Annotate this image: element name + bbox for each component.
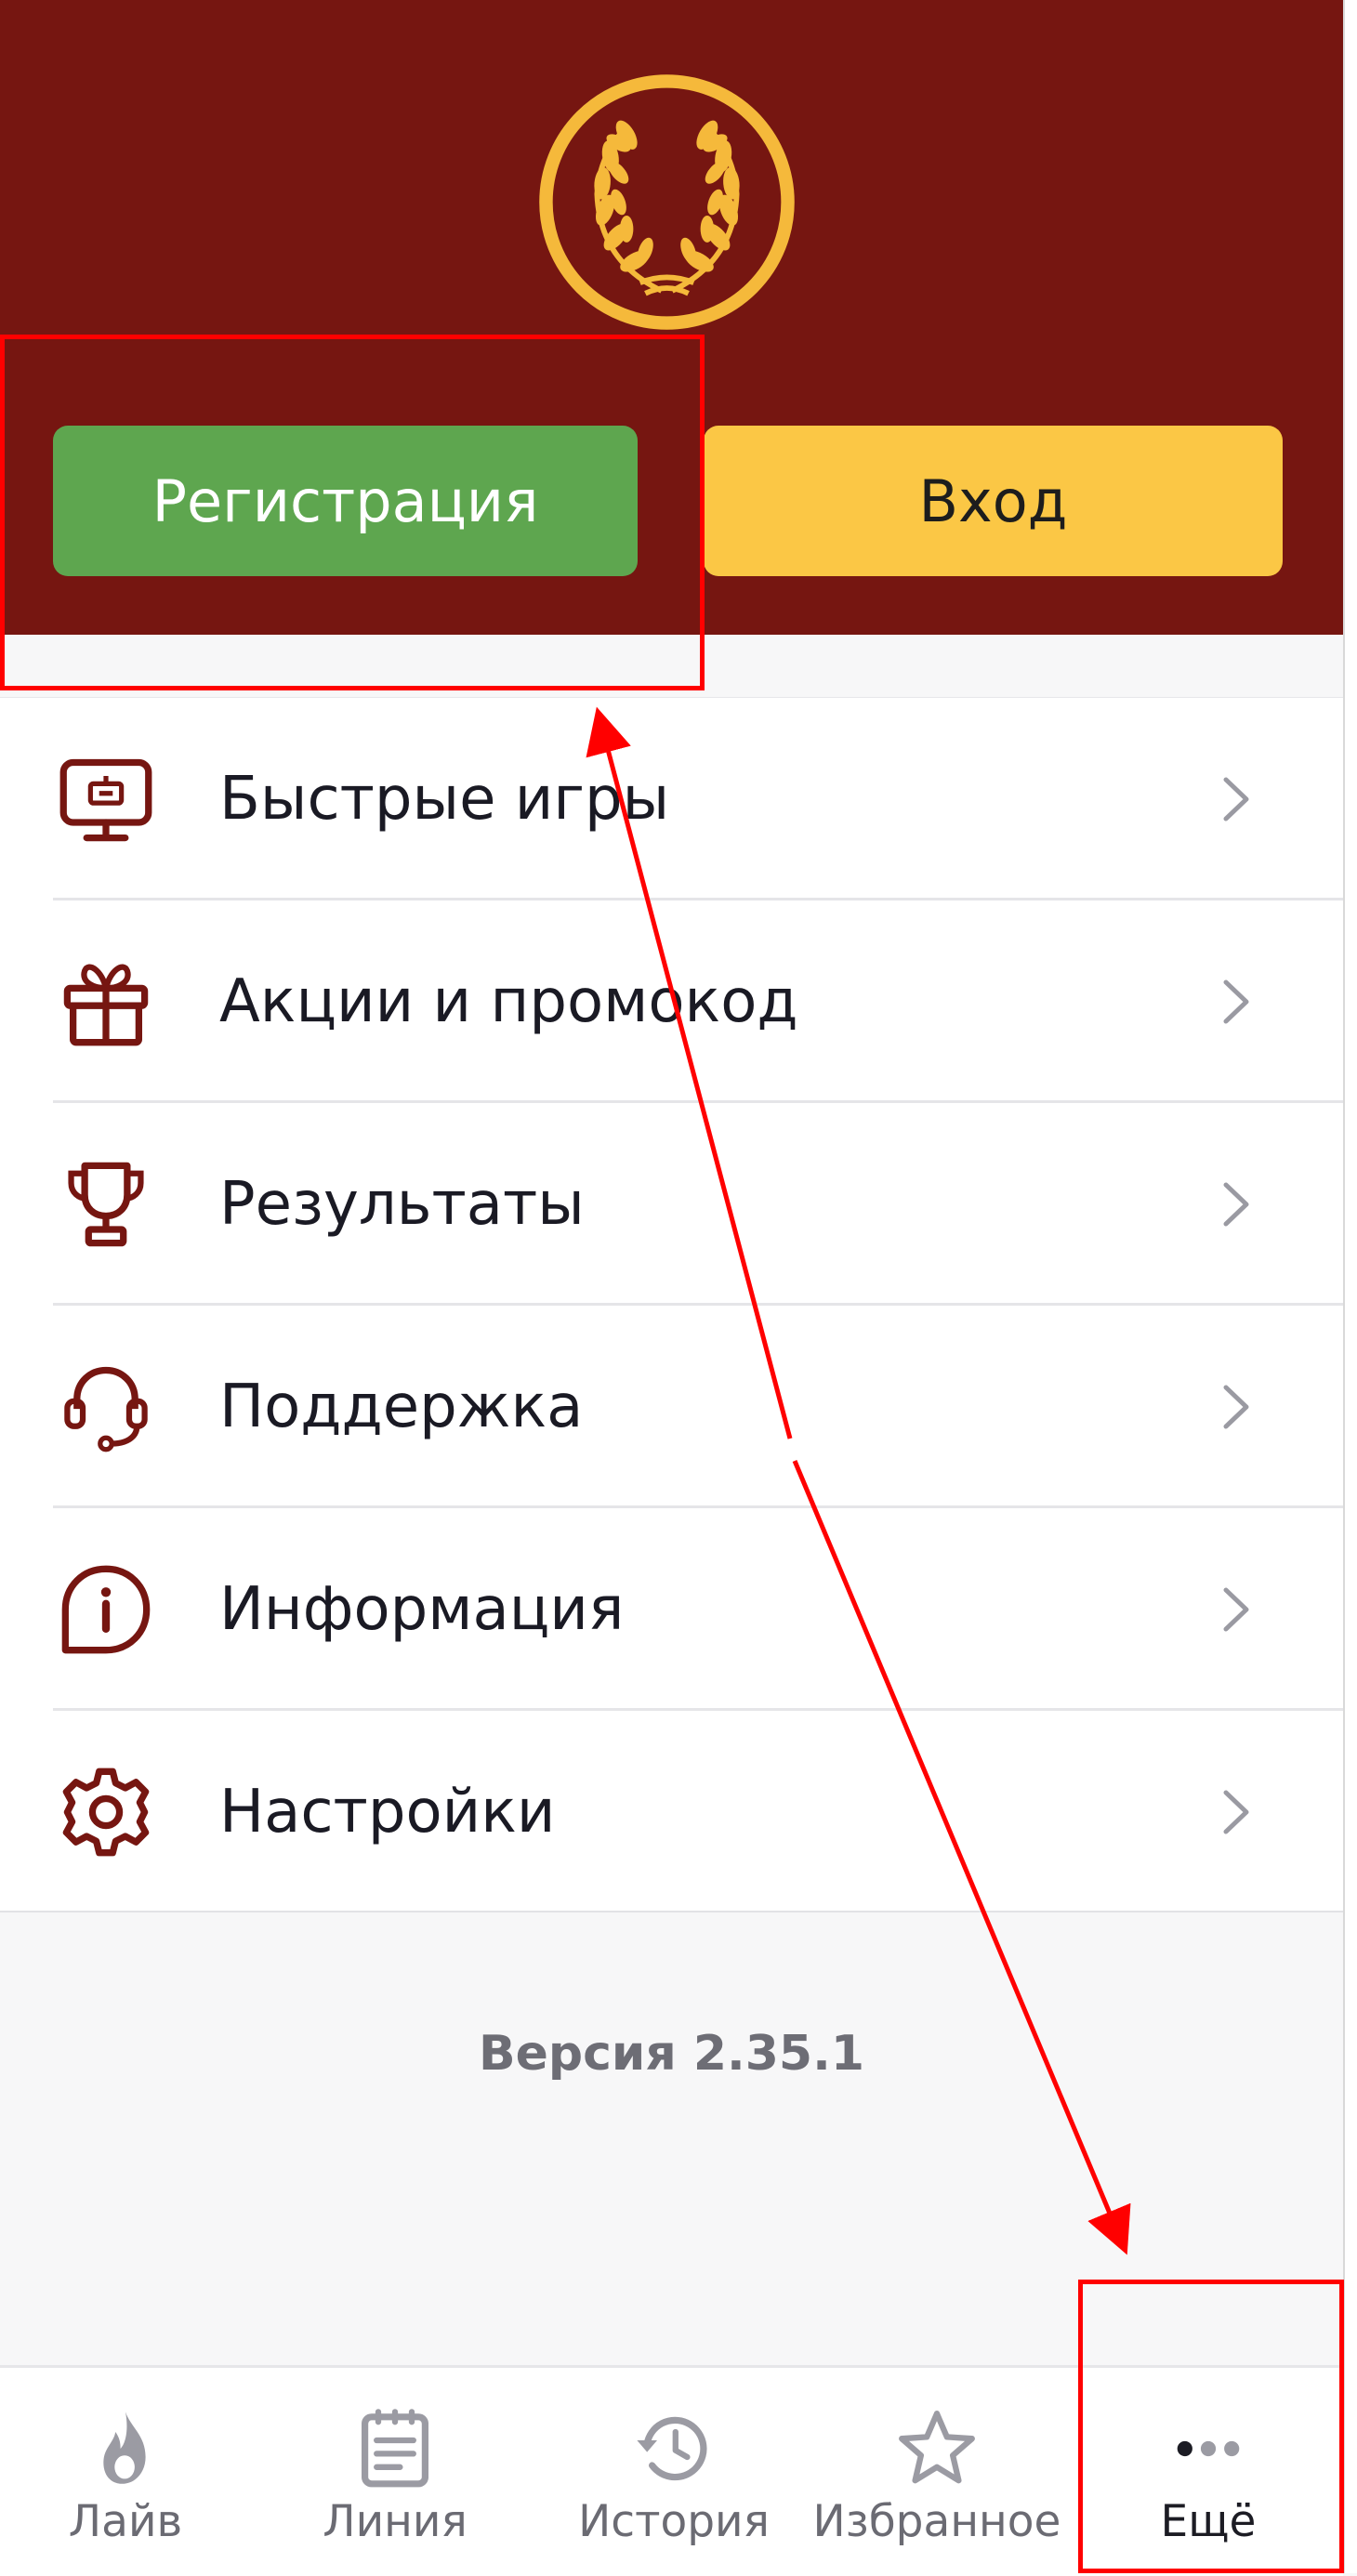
nav-label: История	[578, 2496, 770, 2547]
menu-item-label: Акции и промокод	[219, 967, 798, 1036]
menu-list: Быстрые игры Акции и промокод Результаты…	[0, 697, 1343, 1912]
star-icon	[899, 2411, 975, 2484]
nav-label: Лайв	[68, 2496, 183, 2547]
nav-item-favorites[interactable]: Избранное	[807, 2368, 1067, 2576]
gear-icon	[62, 1768, 150, 1857]
menu-item-settings[interactable]: Настройки	[0, 1711, 1343, 1913]
login-button[interactable]: Вход	[704, 426, 1283, 576]
chevron-right-icon	[1223, 777, 1249, 821]
app-screen: Регистрация Вход Быстрые игры Акции и пр…	[0, 0, 1343, 2576]
info-bubble-icon	[61, 1565, 151, 1654]
nav-item-live[interactable]: Лайв	[28, 2368, 223, 2576]
trophy-icon	[68, 1162, 144, 1247]
menu-item-label: Информация	[219, 1575, 625, 1644]
history-icon	[637, 2416, 707, 2481]
gift-icon	[63, 964, 149, 1046]
nav-item-history[interactable]: История	[558, 2368, 790, 2576]
menu-item-fast-games[interactable]: Быстрые игры	[0, 698, 1343, 900]
menu-section: Быстрые игры Акции и промокод Результаты…	[0, 635, 1343, 1912]
laurel-wreath-logo-icon	[539, 74, 795, 330]
register-button[interactable]: Регистрация	[53, 426, 638, 576]
monitor-game-icon	[59, 758, 152, 842]
menu-item-label: Результаты	[219, 1170, 585, 1239]
nav-item-line[interactable]: Линия	[297, 2368, 493, 2576]
chevron-right-icon	[1223, 1587, 1249, 1632]
header: Регистрация Вход	[0, 0, 1343, 635]
nav-label: Избранное	[812, 2496, 1061, 2547]
chevron-right-icon	[1223, 1790, 1249, 1834]
bottom-navigation: Лайв Линия История Избранное Ещё	[0, 2365, 1343, 2576]
screen-edge	[1343, 0, 1357, 2573]
nav-item-more[interactable]: Ещё	[1106, 2368, 1311, 2576]
document-icon	[362, 2409, 428, 2488]
chevron-right-icon	[1223, 1385, 1249, 1429]
menu-item-promotions[interactable]: Акции и промокод	[0, 900, 1343, 1103]
chevron-right-icon	[1223, 979, 1249, 1024]
menu-item-label: Поддержка	[219, 1373, 584, 1441]
flame-icon	[103, 2412, 146, 2484]
chevron-right-icon	[1223, 1182, 1249, 1227]
menu-item-support[interactable]: Поддержка	[0, 1306, 1343, 1508]
menu-item-label: Настройки	[219, 1778, 556, 1847]
menu-item-results[interactable]: Результаты	[0, 1103, 1343, 1306]
more-dots-icon	[1177, 2440, 1240, 2457]
app-version: Версия 2.35.1	[478, 2026, 865, 2082]
headset-icon	[64, 1366, 148, 1452]
menu-item-label: Быстрые игры	[219, 765, 670, 834]
menu-item-information[interactable]: Информация	[0, 1508, 1343, 1711]
nav-label: Ещё	[1160, 2496, 1257, 2547]
nav-label: Линия	[323, 2496, 468, 2547]
